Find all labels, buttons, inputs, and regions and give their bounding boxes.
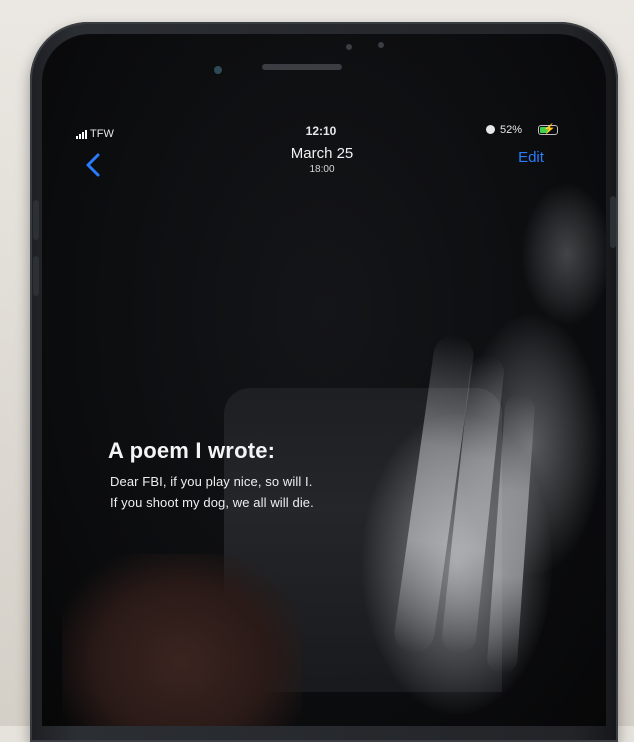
status-time: 12:10 (305, 124, 337, 138)
edit-button[interactable]: Edit (508, 149, 554, 166)
notes-app-screen: TFW 12:10 52% ⚡ March 25 18:00 Edit A po… (0, 0, 634, 726)
carrier-name: TFW (90, 128, 114, 140)
note-date: March 25 (290, 145, 354, 162)
signal-bars-icon (76, 130, 87, 139)
charging-bolt-icon: ⚡ (543, 124, 556, 135)
note-body-line[interactable]: If you shoot my dog, we all will die. (110, 495, 314, 510)
chevron-left-icon (86, 153, 100, 177)
note-body-line[interactable]: Dear FBI, if you play nice, so will I. (110, 474, 312, 489)
alarm-icon (486, 125, 495, 134)
battery-percentage: 52% (500, 124, 523, 136)
back-button[interactable] (82, 150, 108, 180)
battery-charging-icon: ⚡ (538, 124, 558, 135)
note-time: 18:00 (309, 164, 335, 175)
note-title[interactable]: A poem I wrote: (108, 438, 275, 464)
